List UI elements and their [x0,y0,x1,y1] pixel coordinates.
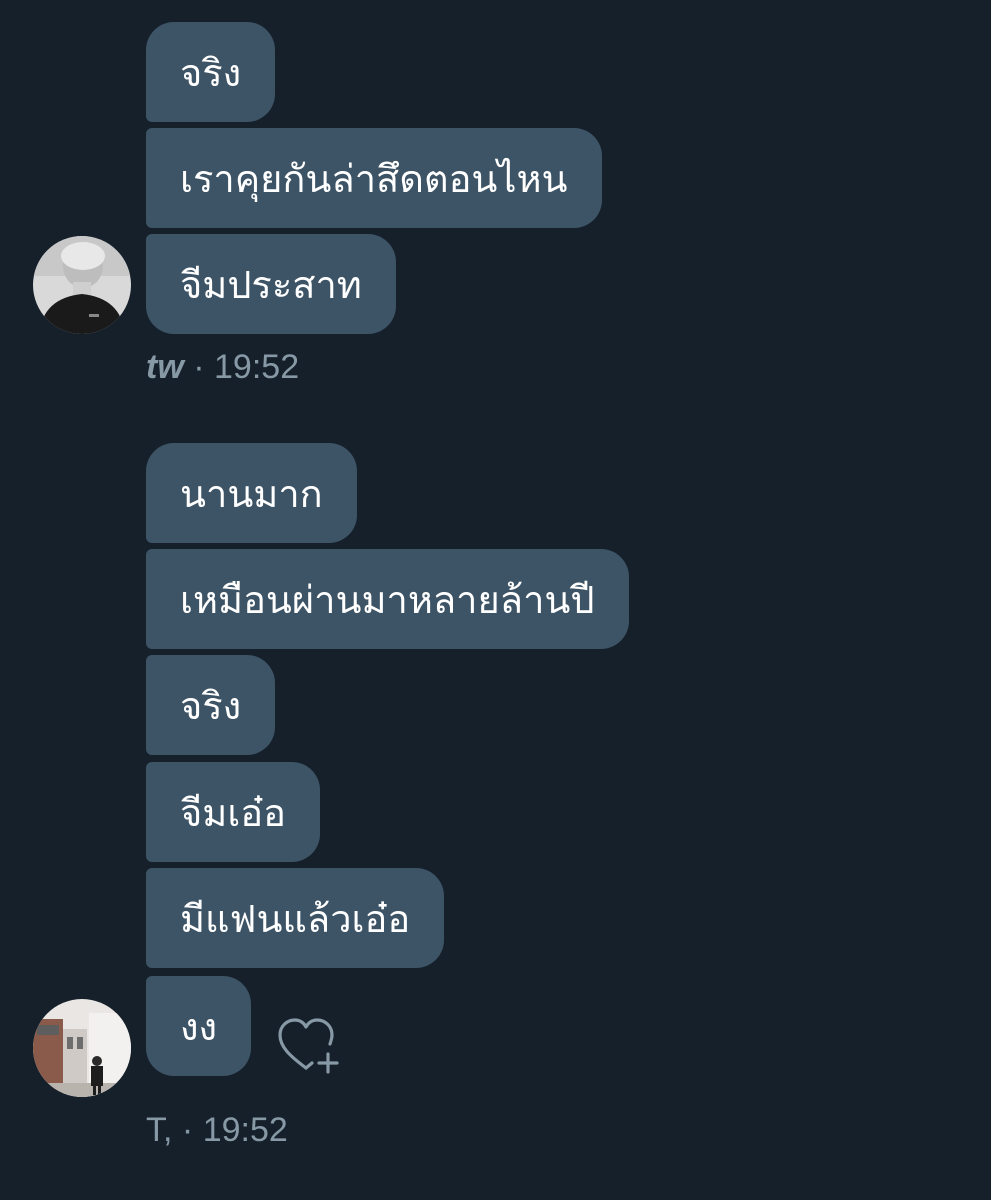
timestamp: 19:52 [214,348,300,386]
message-text: นานมาก [180,471,323,516]
avatar[interactable] [33,999,131,1097]
message-bubble[interactable]: งง [146,976,252,1076]
sender-name: T, [146,1111,173,1149]
message-bubble[interactable]: นานมาก [146,443,357,543]
avatar[interactable] [33,236,131,334]
message-meta: T, · 19:52 [146,1111,288,1150]
message-text: จีมประสาท [180,262,362,307]
message-text: มีแฟนแล้วเอ๋อ [180,896,411,941]
message-bubble[interactable]: จีมเอ๋อ [146,762,320,862]
message-text: จริง [180,50,242,95]
message-bubble[interactable]: เหมือนผ่านมาหลายล้านปี [146,549,629,649]
heart-plus-icon[interactable] [276,1016,342,1076]
message-text: งง [180,1004,218,1049]
avatar-street-photo [33,999,131,1097]
message-bubble[interactable]: จริง [146,655,276,755]
message-bubble[interactable]: เราคุยกันล่าสึดตอนไหน [146,128,602,228]
message-text: เราคุยกันล่าสึดตอนไหน [180,156,568,201]
avatar-grayscale-photo [33,236,131,334]
timestamp: 19:52 [202,1111,288,1149]
message-text: จริง [180,683,242,728]
message-bubble[interactable]: มีแฟนแล้วเอ๋อ [146,868,445,968]
message-text: จีมเอ๋อ [180,790,286,835]
meta-separator: · [181,1111,194,1149]
meta-separator: · [193,348,205,386]
message-text: เหมือนผ่านมาหลายล้านปี [180,577,595,622]
message-meta: tw · 19:52 [146,348,299,387]
sender-name: tw [146,348,184,386]
message-bubble[interactable]: จริง [146,22,276,122]
message-bubble[interactable]: จีมประสาท [146,234,396,334]
